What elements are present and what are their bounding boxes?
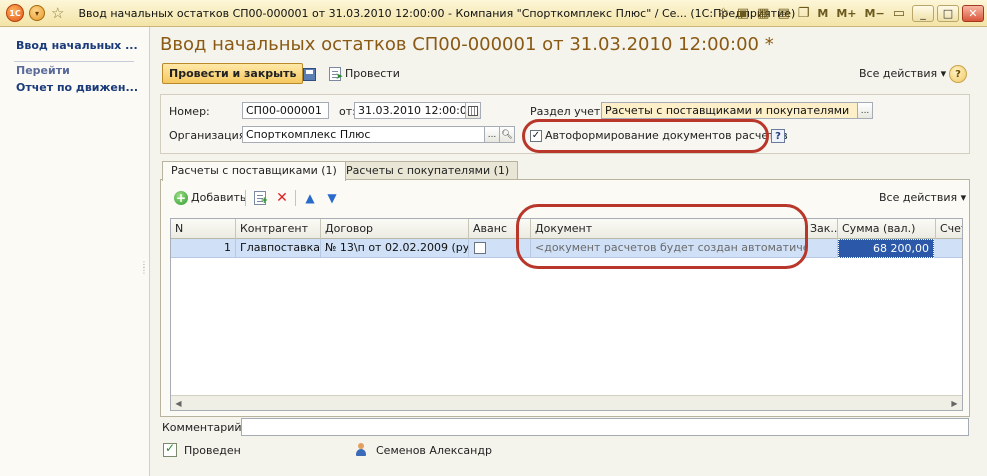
table-all-actions-button[interactable]: Все действия ▾ [879, 191, 966, 204]
number-field[interactable]: СП00-000001 [242, 102, 329, 119]
favorites-star-icon[interactable]: ☆ [51, 4, 64, 22]
cell-contract[interactable]: № 13\п от 02.02.2009 (руб.) [321, 239, 469, 258]
section-label: Раздел учета: [530, 105, 611, 118]
cell-document[interactable]: <документ расчетов будет создан автомати… [531, 239, 806, 258]
save-icon [302, 67, 316, 81]
user-icon [355, 443, 367, 457]
cell-advance[interactable] [469, 239, 531, 258]
autoform-checkbox[interactable]: ✓ [530, 130, 542, 142]
tab-page-suppliers: + Добавить + ✕ ▲ ▼ Все действия ▾ N Конт… [160, 179, 970, 417]
posted-status-icon-wrap [163, 441, 177, 457]
organization-search-button[interactable]: 🔍︎ [499, 126, 515, 143]
horizontal-scrollbar[interactable]: ◀ ▶ [171, 395, 962, 410]
arrow-down-icon: ▼ [327, 191, 337, 205]
column-header-advance[interactable]: Аванс [469, 219, 531, 239]
advance-checkbox[interactable] [474, 242, 486, 254]
scroll-right-icon[interactable]: ▶ [948, 397, 961, 409]
column-header-account[interactable]: Счет [936, 219, 962, 239]
column-header-contract[interactable]: Договор [321, 219, 469, 239]
toolbar-separator [245, 190, 246, 206]
memory-mminus-button[interactable]: M− [865, 7, 885, 20]
post-button[interactable]: Провести [345, 67, 400, 80]
tab-suppliers[interactable]: Расчеты с поставщиками (1) [162, 161, 346, 181]
delete-icon: ✕ [276, 190, 288, 206]
section-select-button[interactable]: ... [857, 102, 873, 119]
cell-order[interactable] [806, 239, 838, 258]
copy-row-icon: + [254, 191, 268, 206]
table-row[interactable]: 1 Главпоставка № 13\п от 02.02.2009 (руб… [171, 239, 962, 258]
section-field[interactable]: Расчеты с поставщиками и покупателями [601, 102, 858, 119]
calculator-icon[interactable]: ▦ [757, 6, 769, 21]
organization-label: Организация: [169, 129, 250, 142]
add-row-button-icon-wrap[interactable]: + [172, 189, 190, 207]
add-icon: + [174, 191, 188, 205]
autoform-label[interactable]: Автоформирование документов расчетов [545, 129, 788, 142]
nav-item-main[interactable]: Ввод начальных ... [16, 39, 138, 52]
responsible-user: Семенов Александр [376, 444, 492, 457]
move-up-button[interactable]: ▲ [301, 189, 319, 207]
scroll-left-icon[interactable]: ◀ [172, 397, 185, 409]
calendar-icon[interactable]: ▤ [777, 6, 789, 21]
comment-field[interactable] [241, 418, 969, 436]
post-and-close-button[interactable]: Провести и закрыть [162, 63, 304, 84]
date-field[interactable]: 31.03.2010 12:00:00 [354, 102, 466, 119]
memory-m-button[interactable]: M [817, 7, 828, 20]
header-group: Номер: СП00-000001 от: 31.03.2010 12:00:… [160, 94, 970, 154]
posted-check-icon [163, 441, 177, 457]
number-label: Номер: [169, 105, 210, 118]
help-icon[interactable]: ? [949, 65, 967, 83]
minimize-button[interactable]: _ [912, 5, 934, 22]
settlements-table[interactable]: N Контрагент Договор Аванс Документ Зак.… [170, 218, 963, 411]
column-header-contractor[interactable]: Контрагент [236, 219, 321, 239]
save-button[interactable] [300, 65, 318, 83]
cell-amount[interactable]: 68 200,00 [838, 239, 934, 258]
organization-field[interactable]: Спорткомплекс Плюс [242, 126, 485, 143]
comment-label: Комментарий: [162, 421, 246, 434]
copy-row-button[interactable]: + [251, 189, 269, 207]
window-list-icon[interactable]: ▭ [893, 6, 905, 21]
copy-icon[interactable]: ❐ [798, 6, 810, 21]
maximize-button[interactable]: □ [937, 5, 959, 22]
splitter-handle[interactable]: ⋮ ⋮ [140, 261, 148, 284]
posted-status: Проведен [184, 444, 241, 457]
column-header-n[interactable]: N [171, 219, 236, 239]
window-titlebar: 1С ▾ ☆ Ввод начальных остатков СП00-0000… [0, 0, 987, 27]
autoform-help-icon[interactable]: ? [771, 129, 785, 143]
nav-item-report[interactable]: Отчет по движен... [16, 81, 138, 94]
app-logo-icon[interactable]: 1С [6, 4, 24, 22]
close-button[interactable]: ✕ [962, 5, 984, 22]
cell-n[interactable]: 1 [171, 239, 236, 258]
document-form: Ввод начальных остатков СП00-000001 от 3… [152, 27, 987, 476]
organization-select-button[interactable]: ... [484, 126, 500, 143]
cell-contractor[interactable]: Главпоставка [236, 239, 321, 258]
move-down-button[interactable]: ▼ [323, 189, 341, 207]
table-header: N Контрагент Договор Аванс Документ Зак.… [171, 219, 962, 239]
toolbar-separator [295, 190, 296, 206]
column-header-order[interactable]: Зак... [806, 219, 838, 239]
add-row-button[interactable]: Добавить [191, 191, 246, 204]
page-title: Ввод начальных остатков СП00-000001 от 3… [160, 34, 774, 55]
delete-row-button[interactable]: ✕ [273, 189, 291, 207]
navigation-panel: Ввод начальных ... Перейти Отчет по движ… [0, 27, 150, 476]
cell-account[interactable] [936, 239, 962, 258]
post-button-icon-wrap[interactable]: ➤ [326, 65, 344, 83]
column-header-amount[interactable]: Сумма (вал.) [838, 219, 936, 239]
tab-customers[interactable]: Расчеты с покупателями (1) [337, 161, 519, 180]
all-actions-button[interactable]: Все действия ▾ [859, 67, 946, 80]
main-menu-icon[interactable]: ▾ [29, 5, 45, 21]
memory-mplus-button[interactable]: M+ [836, 7, 856, 20]
date-picker-button[interactable] [465, 102, 481, 119]
nav-section-goto: Перейти [16, 64, 70, 77]
add-favorite-icon[interactable]: ✩ [718, 6, 729, 21]
bookmark-icon[interactable]: ▣ [737, 6, 749, 21]
column-header-document[interactable]: Документ [531, 219, 806, 239]
calendar-icon [468, 105, 478, 116]
titlebar-controls: ✩ ▣ ▦ ▤ ❐ M M+ M− ▭ _ □ ✕ [714, 0, 987, 27]
nav-separator [14, 61, 134, 62]
user-icon-wrap [355, 443, 367, 457]
arrow-up-icon: ▲ [305, 191, 315, 205]
window-title: Ввод начальных остатков СП00-000001 от 3… [78, 6, 796, 20]
post-document-icon: ➤ [329, 67, 343, 82]
